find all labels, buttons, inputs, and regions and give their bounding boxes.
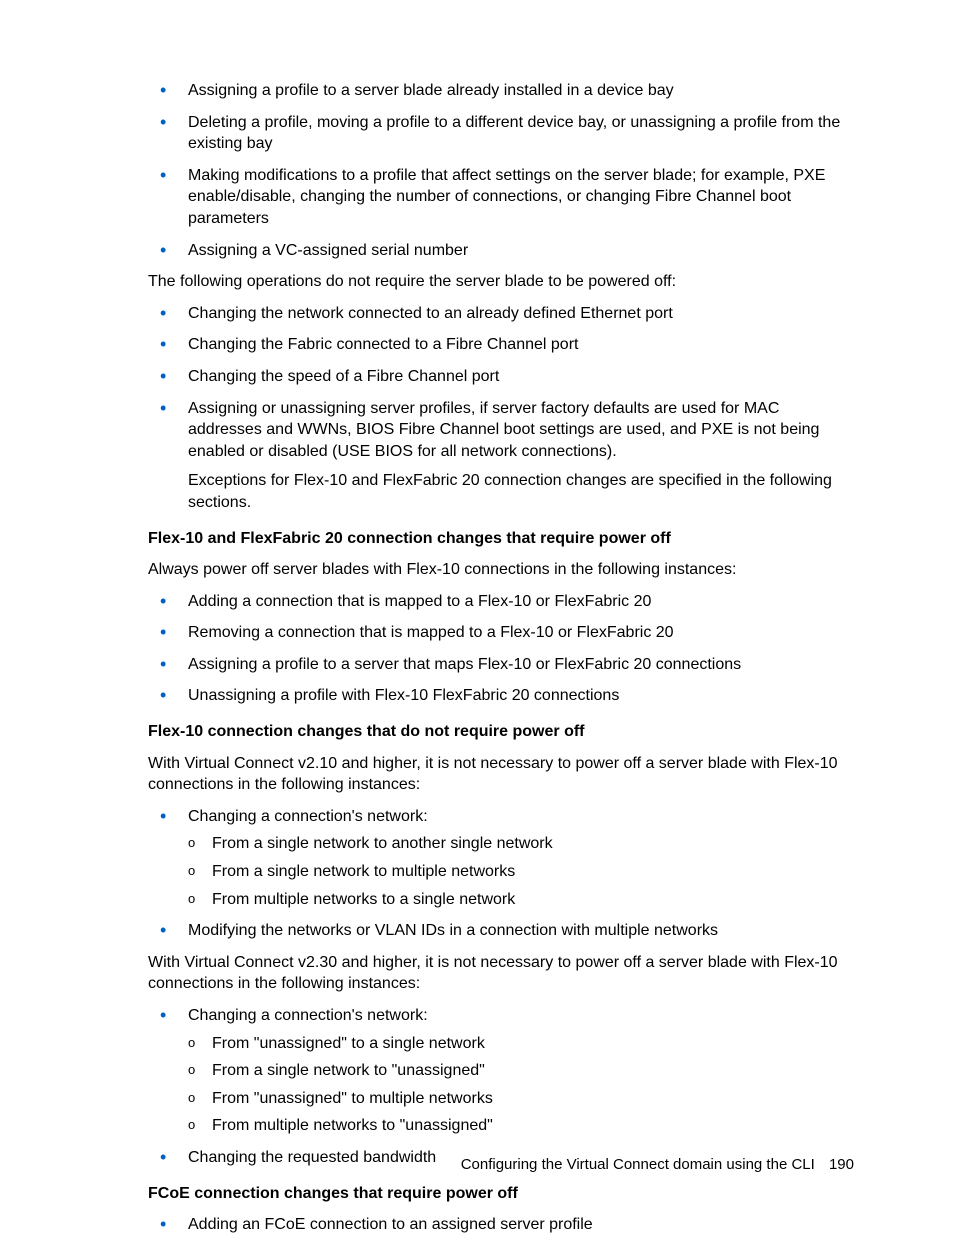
- list-item-text: Removing a connection that is mapped to …: [188, 624, 674, 641]
- list-item: Changing a connection's network: From a …: [148, 806, 854, 910]
- list-item-text: From a single network to "unassigned": [212, 1062, 485, 1079]
- list-item-text: Adding an FCoE connection to an assigned…: [188, 1216, 593, 1233]
- list-item: Assigning a profile to a server that map…: [148, 654, 854, 676]
- list-item: Making modifications to a profile that a…: [148, 165, 854, 230]
- list-item: Assigning a VC-assigned serial number: [148, 240, 854, 262]
- list-item: Assigning a profile to a server blade al…: [148, 80, 854, 102]
- list-item: Unassigning a profile with Flex-10 FlexF…: [148, 685, 854, 707]
- list-item: Assigning or unassigning server profiles…: [148, 398, 854, 514]
- list-item: From "unassigned" to a single network: [188, 1033, 854, 1055]
- page-content: Assigning a profile to a server blade al…: [0, 0, 954, 1235]
- list-item-text: From "unassigned" to a single network: [212, 1035, 485, 1052]
- section-heading: FCoE connection changes that require pow…: [148, 1183, 854, 1205]
- list-item: From a single network to another single …: [188, 833, 854, 855]
- list-item-text: From multiple networks to a single netwo…: [212, 891, 515, 908]
- list-item: From a single network to multiple networ…: [188, 861, 854, 883]
- list-item-text: Changing the network connected to an alr…: [188, 305, 673, 322]
- page-number: 190: [829, 1156, 854, 1173]
- section-heading: Flex-10 connection changes that do not r…: [148, 721, 854, 743]
- list-item-text: From multiple networks to "unassigned": [212, 1117, 493, 1134]
- list-item-text: Adding a connection that is mapped to a …: [188, 593, 651, 610]
- list-item-text: Assigning a profile to a server blade al…: [188, 82, 674, 99]
- list-item-text: Changing the speed of a Fibre Channel po…: [188, 368, 499, 385]
- sub-list: From "unassigned" to a single network Fr…: [188, 1033, 854, 1137]
- list-item-text: From a single network to multiple networ…: [212, 863, 515, 880]
- footer-text: Configuring the Virtual Connect domain u…: [461, 1156, 815, 1173]
- section2-bullet-list: Changing a connection's network: From a …: [148, 806, 854, 942]
- list-item: From multiple networks to a single netwo…: [188, 889, 854, 911]
- paragraph: The following operations do not require …: [148, 271, 854, 293]
- paragraph: With Virtual Connect v2.10 and higher, i…: [148, 753, 854, 796]
- list-item: Changing a connection's network: From "u…: [148, 1005, 854, 1137]
- list-item: From "unassigned" to multiple networks: [188, 1088, 854, 1110]
- list-item: Adding an FCoE connection to an assigned…: [148, 1214, 854, 1236]
- list-item: Changing the Fabric connected to a Fibre…: [148, 334, 854, 356]
- list-item-text: Changing a connection's network:: [188, 1007, 428, 1024]
- list-item-text: Unassigning a profile with Flex-10 FlexF…: [188, 687, 619, 704]
- list-item-text: Changing a connection's network:: [188, 808, 428, 825]
- list-item-text: Making modifications to a profile that a…: [188, 167, 825, 227]
- list-item-text: Assigning a VC-assigned serial number: [188, 242, 468, 259]
- paragraph: Always power off server blades with Flex…: [148, 559, 854, 581]
- section-heading: Flex-10 and FlexFabric 20 connection cha…: [148, 528, 854, 550]
- page-footer: Configuring the Virtual Connect domain u…: [461, 1155, 854, 1175]
- list-item-text: From a single network to another single …: [212, 835, 553, 852]
- list-item-text: Assigning or unassigning server profiles…: [188, 400, 819, 460]
- sub-list: From a single network to another single …: [188, 833, 854, 910]
- list-item: Changing the network connected to an alr…: [148, 303, 854, 325]
- list-item-text: Assigning a profile to a server that map…: [188, 656, 741, 673]
- list-item: From multiple networks to "unassigned": [188, 1115, 854, 1137]
- list-item: Changing the speed of a Fibre Channel po…: [148, 366, 854, 388]
- section1-bullet-list: Adding a connection that is mapped to a …: [148, 591, 854, 707]
- list-item-text: Changing the Fabric connected to a Fibre…: [188, 336, 578, 353]
- section3-bullet-list: Changing a connection's network: From "u…: [148, 1005, 854, 1169]
- list-item: Deleting a profile, moving a profile to …: [148, 112, 854, 155]
- list-item-text: Modifying the networks or VLAN IDs in a …: [188, 922, 718, 939]
- top-bullet-list: Assigning a profile to a server blade al…: [148, 80, 854, 261]
- section4-bullet-list: Adding an FCoE connection to an assigned…: [148, 1214, 854, 1236]
- list-item: Adding a connection that is mapped to a …: [148, 591, 854, 613]
- list-item: From a single network to "unassigned": [188, 1060, 854, 1082]
- exception-note: Exceptions for Flex-10 and FlexFabric 20…: [188, 470, 854, 513]
- list-item: Removing a connection that is mapped to …: [148, 622, 854, 644]
- list-item-text: Changing the requested bandwidth: [188, 1149, 436, 1166]
- list-item: Modifying the networks or VLAN IDs in a …: [148, 920, 854, 942]
- list-item-text: Deleting a profile, moving a profile to …: [188, 114, 840, 153]
- paragraph: With Virtual Connect v2.30 and higher, i…: [148, 952, 854, 995]
- mid-bullet-list: Changing the network connected to an alr…: [148, 303, 854, 514]
- list-item-text: From "unassigned" to multiple networks: [212, 1090, 493, 1107]
